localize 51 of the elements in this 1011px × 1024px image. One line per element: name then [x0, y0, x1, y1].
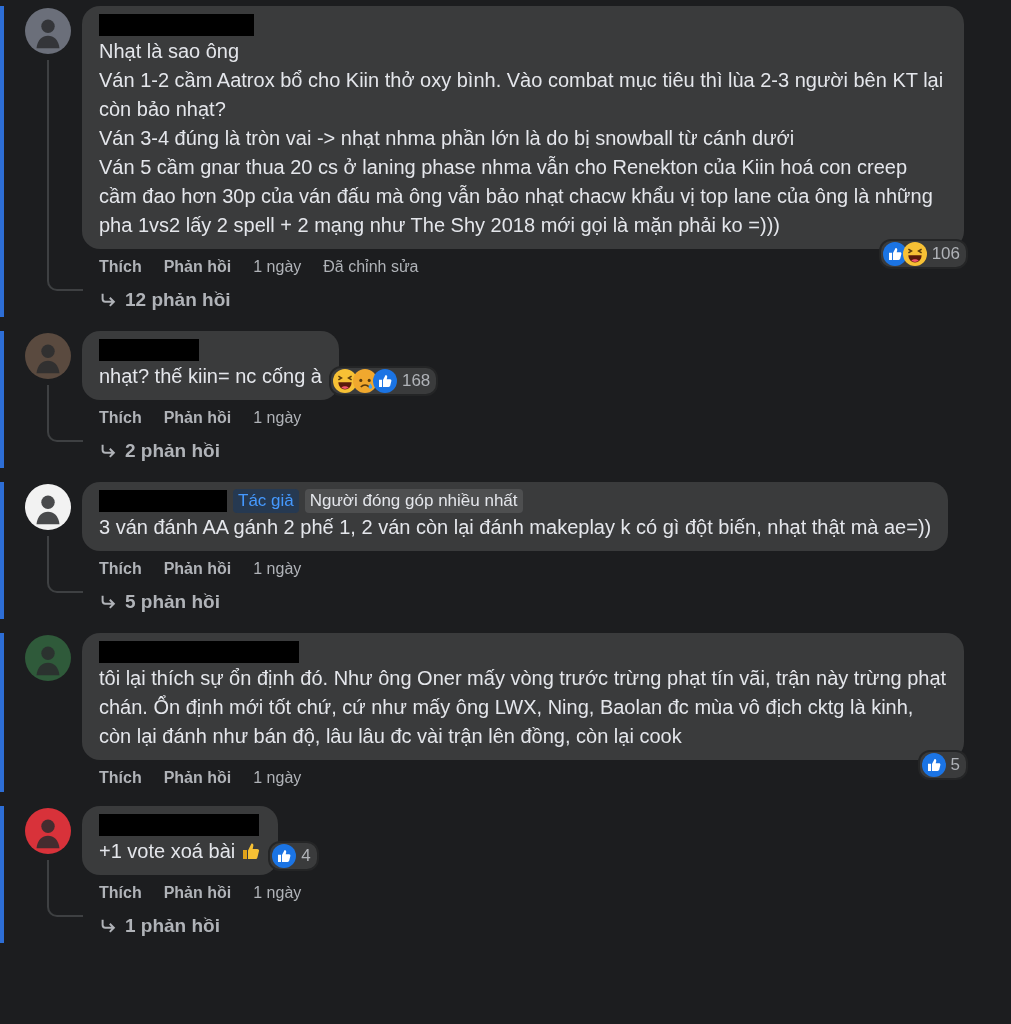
comment-time[interactable]: 1 ngày — [253, 884, 302, 902]
crying-face-icon — [352, 369, 377, 393]
replies-link[interactable]: 1 phản hồi — [82, 905, 220, 941]
like-reaction-icon — [272, 844, 297, 868]
reply-arrow-icon — [99, 917, 117, 935]
reaction-summary[interactable]: 4 — [268, 841, 319, 871]
reply-arrow-icon — [99, 442, 117, 460]
reply-arrow-icon — [99, 291, 117, 309]
like-link[interactable]: Thích — [99, 884, 142, 902]
thumbs-up-icon — [241, 841, 262, 861]
reply-link[interactable]: Phản hồi — [163, 560, 232, 578]
reaction-count: 4 — [301, 846, 311, 866]
reaction-summary[interactable]: 5 — [917, 750, 968, 780]
reply-link[interactable]: Phản hồi — [163, 884, 232, 902]
comment-text: tôi lại thích sự ổn định đó. Như ông Oner mấy vòng trước trừng phạt tín vãi, trận này trừng phạt chán. Ổn định mới tốt chứ, cứ như mấy ông LWX, Ning, Baolan đc mùa vô địch cktg là kinh, còn lại đánh như bán độ, lâu lâu đc vài trận lên đồng, còn lại cook — [99, 666, 947, 749]
like-link[interactable]: Thích — [99, 258, 142, 276]
replies-link[interactable]: 5 phản hồi — [82, 581, 220, 617]
comment-time[interactable]: 1 ngày — [253, 560, 302, 578]
comment-text: Nhạt là sao ông Ván 1-2 cầm Aatrox bổ cho Kiin thở oxy bình. Vào combat mục tiêu thì lùa 2-3 người bên KT lại còn bảo nhạt? Ván 3-4 đúng là tròn vai -> nhạt nhma phần lớn là do bị snowball từ cánh dưới Ván 5 cầm gnar thua 20 cs ở laning phase nhma vẫn cho Renekton của Kiin hoá con creep cầm đao hơn 30p của ván đấu mà ông vẫn bảo nhạt chacw khẩu vị top lane của ông là những pha 1vs2 lấy 2 spell + 2 mạng như The Shy 2018 mới gọi là mặn phải ko =))) — [99, 39, 945, 238]
like-reaction-icon — [921, 753, 946, 777]
reaction-count: 5 — [950, 755, 960, 775]
author-badge: Tác giả — [233, 489, 299, 513]
comment-time[interactable]: 1 ngày — [253, 409, 302, 427]
reaction-count: 106 — [931, 244, 960, 264]
comment-text: +1 vote xoá bài — [99, 837, 262, 866]
laughing-face-icon — [902, 242, 927, 266]
comment-text: 3 ván đánh AA gánh 2 phế 1, 2 ván còn lại đánh makeplay k có gì đột biến, nhạt thật mà ae=)) — [99, 515, 932, 540]
reaction-summary[interactable]: 106 — [878, 239, 968, 269]
comment-time[interactable]: 1 ngày — [253, 258, 302, 276]
thread-line — [47, 860, 83, 917]
like-reaction-icon — [882, 242, 907, 266]
like-reaction-icon — [372, 369, 397, 393]
replies-link[interactable]: 2 phản hồi — [82, 430, 220, 466]
contributor-badge: Người đóng góp nhiều nhất — [304, 489, 523, 513]
like-link[interactable]: Thích — [99, 560, 142, 578]
comment-time[interactable]: 1 ngày — [253, 769, 302, 787]
thread-line — [47, 385, 83, 442]
laughing-face-icon — [332, 369, 357, 393]
avatar[interactable] — [25, 484, 71, 530]
reply-arrow-icon — [99, 593, 117, 611]
edited-label: Đã chỉnh sửa — [323, 258, 419, 276]
reply-link[interactable]: Phản hồi — [163, 769, 232, 787]
reaction-summary[interactable]: 168 — [328, 366, 439, 396]
reaction-count: 168 — [401, 371, 431, 391]
reply-link[interactable]: Phản hồi — [163, 409, 232, 427]
replies-link[interactable]: 12 phản hồi — [82, 279, 231, 315]
reply-link[interactable]: Phản hồi — [163, 258, 232, 276]
like-link[interactable]: Thích — [99, 769, 142, 787]
comment-text: nhạt? thế kiin= nc cống à — [99, 364, 322, 389]
like-link[interactable]: Thích — [99, 409, 142, 427]
thread-line — [47, 536, 83, 593]
